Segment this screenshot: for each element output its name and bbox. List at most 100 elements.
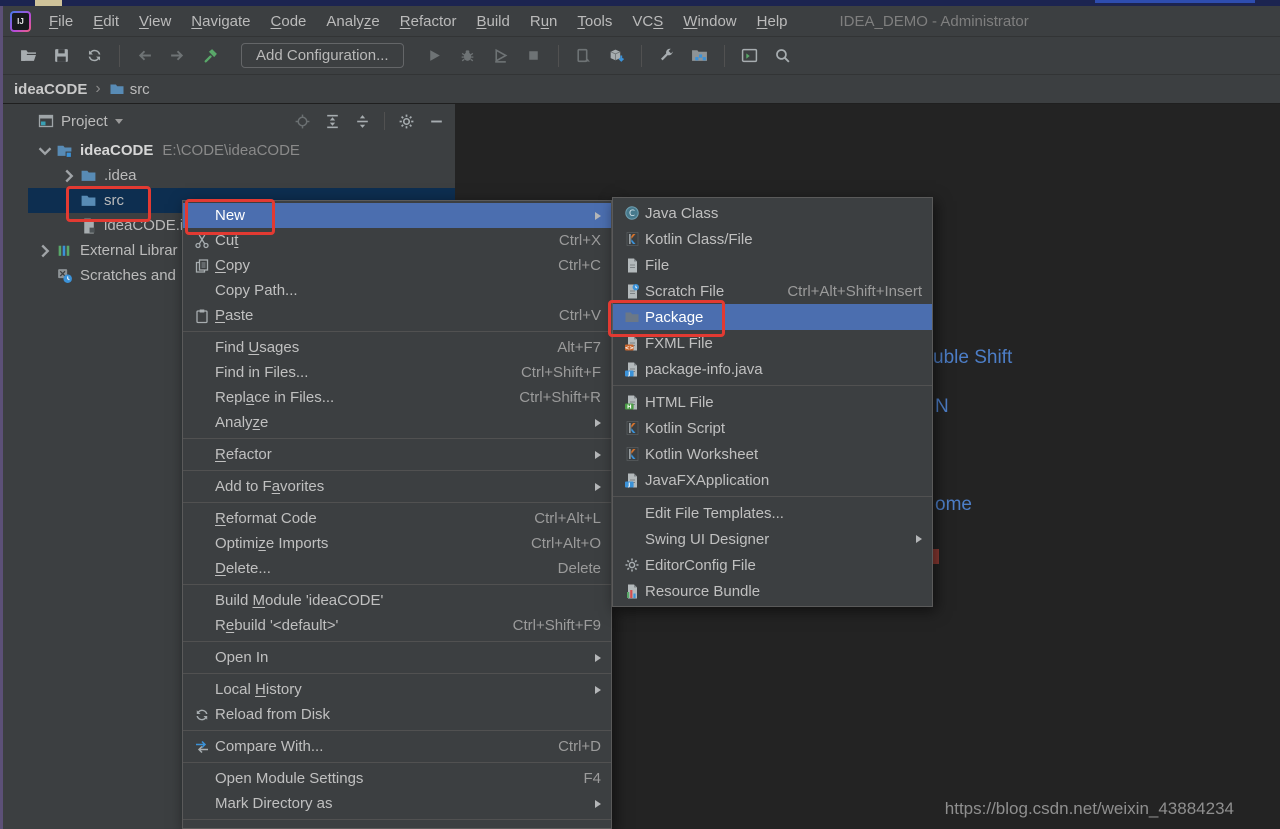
menubar-item-navigate[interactable]: Navigate (181, 6, 260, 37)
menubar-item-run[interactable]: Run (520, 6, 568, 37)
chevron-right-icon[interactable] (58, 165, 80, 187)
menu-item-kotlin-class-file[interactable]: Kotlin Class/File (613, 226, 932, 252)
forward-arrow-icon[interactable] (169, 47, 186, 64)
menu-item-reload-from-disk[interactable]: Reload from Disk (183, 702, 611, 727)
menu-shortcut: Ctrl+V (559, 307, 601, 324)
menu-item-open-module-settings[interactable]: Open Module SettingsF4 (183, 766, 611, 791)
menu-item-optimize-imports[interactable]: Optimize ImportsCtrl+Alt+O (183, 531, 611, 556)
fxml-file-icon: <> (619, 335, 645, 351)
package-download-icon[interactable] (608, 47, 625, 64)
gear-icon[interactable] (398, 113, 415, 130)
wrench-settings-icon[interactable] (658, 47, 675, 64)
label: Compare With... (215, 738, 323, 755)
kotlin-icon (619, 446, 645, 462)
label: Run (530, 13, 558, 30)
menubar-item-file[interactable]: File (39, 6, 83, 37)
label: Swing UI Designer (645, 531, 769, 548)
menubar-item-code[interactable]: Code (261, 6, 317, 37)
menu-item-scratch-file[interactable]: Scratch FileCtrl+Alt+Shift+Insert (613, 278, 932, 304)
menu-item-copy-path[interactable]: Copy Path... (183, 278, 611, 303)
menu-item-new[interactable]: New (183, 203, 611, 228)
label: Open In (215, 649, 268, 666)
menu-item-add-to-favorites[interactable]: Add to Favorites (183, 474, 611, 499)
back-arrow-icon[interactable] (136, 47, 153, 64)
menu-item-remove-bom[interactable]: Remove BOM (183, 823, 611, 829)
run-coverage-icon[interactable] (492, 47, 509, 64)
paste-icon (189, 308, 215, 324)
menubar-item-window[interactable]: Window (673, 6, 746, 37)
menu-item-editorconfig-file[interactable]: EditorConfig File (613, 552, 932, 578)
menu-item-kotlin-worksheet[interactable]: Kotlin Worksheet (613, 441, 932, 467)
menu-item-build-module-ideacode[interactable]: Build Module 'ideaCODE' (183, 588, 611, 613)
debug-bug-icon[interactable] (459, 47, 476, 64)
window-title: IDEA_DEMO - Administrator (840, 13, 1029, 30)
menu-item-local-history[interactable]: Local History (183, 677, 611, 702)
menu-item-compare-with[interactable]: Compare With...Ctrl+D (183, 734, 611, 759)
menu-item-html-file[interactable]: HHTML File (613, 389, 932, 415)
menubar-item-vcs[interactable]: VCS (622, 6, 673, 37)
save-icon[interactable] (53, 47, 70, 64)
menu-item-fxml-file[interactable]: <>FXML File (613, 330, 932, 356)
menu-item-cut[interactable]: CutCtrl+X (183, 228, 611, 253)
menubar-item-tools[interactable]: Tools (567, 6, 622, 37)
menu-item-file[interactable]: File (613, 252, 932, 278)
menu-item-find-in-files[interactable]: Find in Files...Ctrl+Shift+F (183, 360, 611, 385)
tree-item-ideacode[interactable]: ideaCODEE:\CODE\ideaCODE (28, 138, 455, 163)
menu-item-open-in[interactable]: Open In (183, 645, 611, 670)
attach-device-icon[interactable] (575, 47, 592, 64)
chevron-down-icon[interactable] (34, 140, 56, 162)
label: Window (683, 13, 736, 30)
menu-item-refactor[interactable]: Refactor (183, 442, 611, 467)
menu-item-delete[interactable]: Delete...Delete (183, 556, 611, 581)
menu-item-analyze[interactable]: Analyze (183, 410, 611, 435)
project-structure-icon[interactable] (691, 47, 708, 64)
collapse-all-icon[interactable] (354, 113, 371, 130)
menu-item-package[interactable]: Package (613, 304, 932, 330)
menu-item-reformat-code[interactable]: Reformat CodeCtrl+Alt+L (183, 506, 611, 531)
chevron-down-icon[interactable] (115, 119, 123, 124)
menu-item-kotlin-script[interactable]: Kotlin Script (613, 415, 932, 441)
menubar-item-view[interactable]: View (129, 6, 181, 37)
stop-square-icon[interactable] (525, 47, 542, 64)
menu-item-java-class[interactable]: CJava Class (613, 200, 932, 226)
breadcrumb-item-src[interactable]: src (130, 81, 150, 98)
label: package-info.java (645, 361, 763, 378)
menu-item-paste[interactable]: PasteCtrl+V (183, 303, 611, 328)
project-panel-title[interactable]: Project (61, 113, 108, 130)
package-icon (619, 309, 645, 325)
menubar-item-build[interactable]: Build (466, 6, 519, 37)
menu-item-javafxapplication[interactable]: JJavaFXApplication (613, 467, 932, 493)
menu-item-swing-ui-designer[interactable]: Swing UI Designer (613, 526, 932, 552)
java-class-icon: C (619, 205, 645, 221)
add-configuration-button[interactable]: Add Configuration... (241, 43, 404, 68)
menubar-item-help[interactable]: Help (747, 6, 798, 37)
main-toolbar: Add Configuration... (0, 37, 1280, 75)
menu-item-edit-file-templates[interactable]: Edit File Templates... (613, 500, 932, 526)
minimize-icon[interactable] (428, 113, 445, 130)
label: Refactor (215, 446, 272, 463)
search-icon[interactable] (774, 47, 791, 64)
label: FXML File (645, 335, 713, 352)
expand-all-icon[interactable] (324, 113, 341, 130)
menubar-item-edit[interactable]: Edit (83, 6, 129, 37)
menu-bar: IJ FileEditViewNavigateCodeAnalyzeRefact… (0, 6, 1280, 37)
menu-item-rebuild-default[interactable]: Rebuild '<default>'Ctrl+Shift+F9 (183, 613, 611, 638)
menubar-item-analyze[interactable]: Analyze (316, 6, 389, 37)
chevron-right-icon[interactable] (34, 240, 56, 262)
menu-item-package-info-java[interactable]: Jpackage-info.java (613, 356, 932, 382)
menu-item-resource-bundle[interactable]: Resource Bundle (613, 578, 932, 604)
build-hammer-icon[interactable] (202, 47, 219, 64)
menu-item-copy[interactable]: CopyCtrl+C (183, 253, 611, 278)
tree-item-idea[interactable]: .idea (28, 163, 455, 188)
menu-item-replace-in-files[interactable]: Replace in Files...Ctrl+Shift+R (183, 385, 611, 410)
menu-item-find-usages[interactable]: Find UsagesAlt+F7 (183, 335, 611, 360)
locate-icon[interactable] (294, 113, 311, 130)
breadcrumb-project[interactable]: ideaCODE (14, 81, 87, 98)
sync-icon[interactable] (86, 47, 103, 64)
open-folder-icon[interactable] (20, 47, 37, 64)
label: Analyze (215, 414, 268, 431)
menubar-item-refactor[interactable]: Refactor (390, 6, 467, 37)
terminal-icon[interactable] (741, 47, 758, 64)
run-play-icon[interactable] (426, 47, 443, 64)
menu-item-mark-directory-as[interactable]: Mark Directory as (183, 791, 611, 816)
